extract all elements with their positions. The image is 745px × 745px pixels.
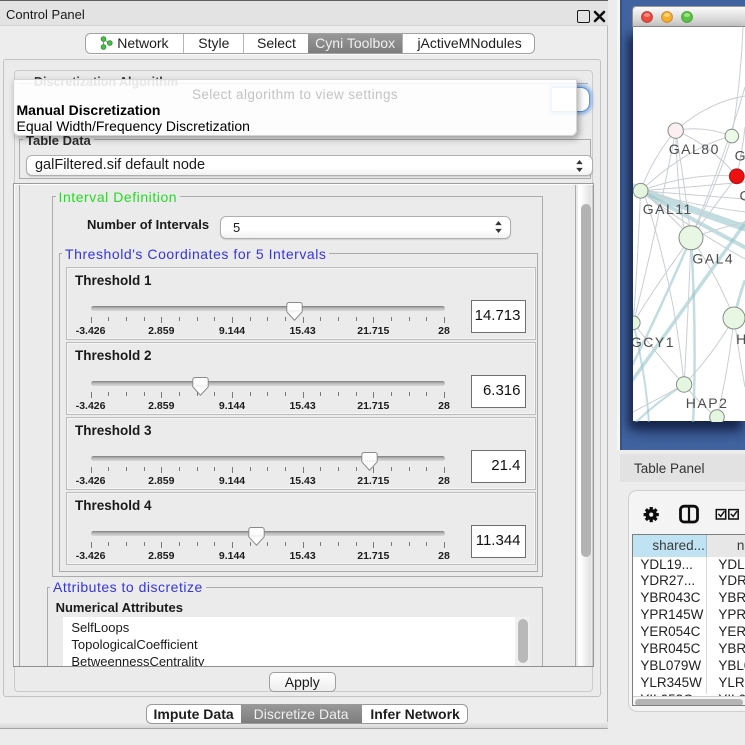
svg-text:GAL11: GAL11 [643, 201, 693, 217]
svg-text:GAL4: GAL4 [692, 250, 734, 266]
svg-text:GCY1: GCY1 [633, 334, 675, 350]
svg-text:GAL80: GAL80 [669, 140, 720, 156]
svg-text:HI: HI [736, 330, 745, 346]
svg-text:CD: CD [740, 187, 745, 203]
svg-text:GA: GA [735, 147, 745, 163]
svg-text:HAP2: HAP2 [686, 395, 729, 411]
